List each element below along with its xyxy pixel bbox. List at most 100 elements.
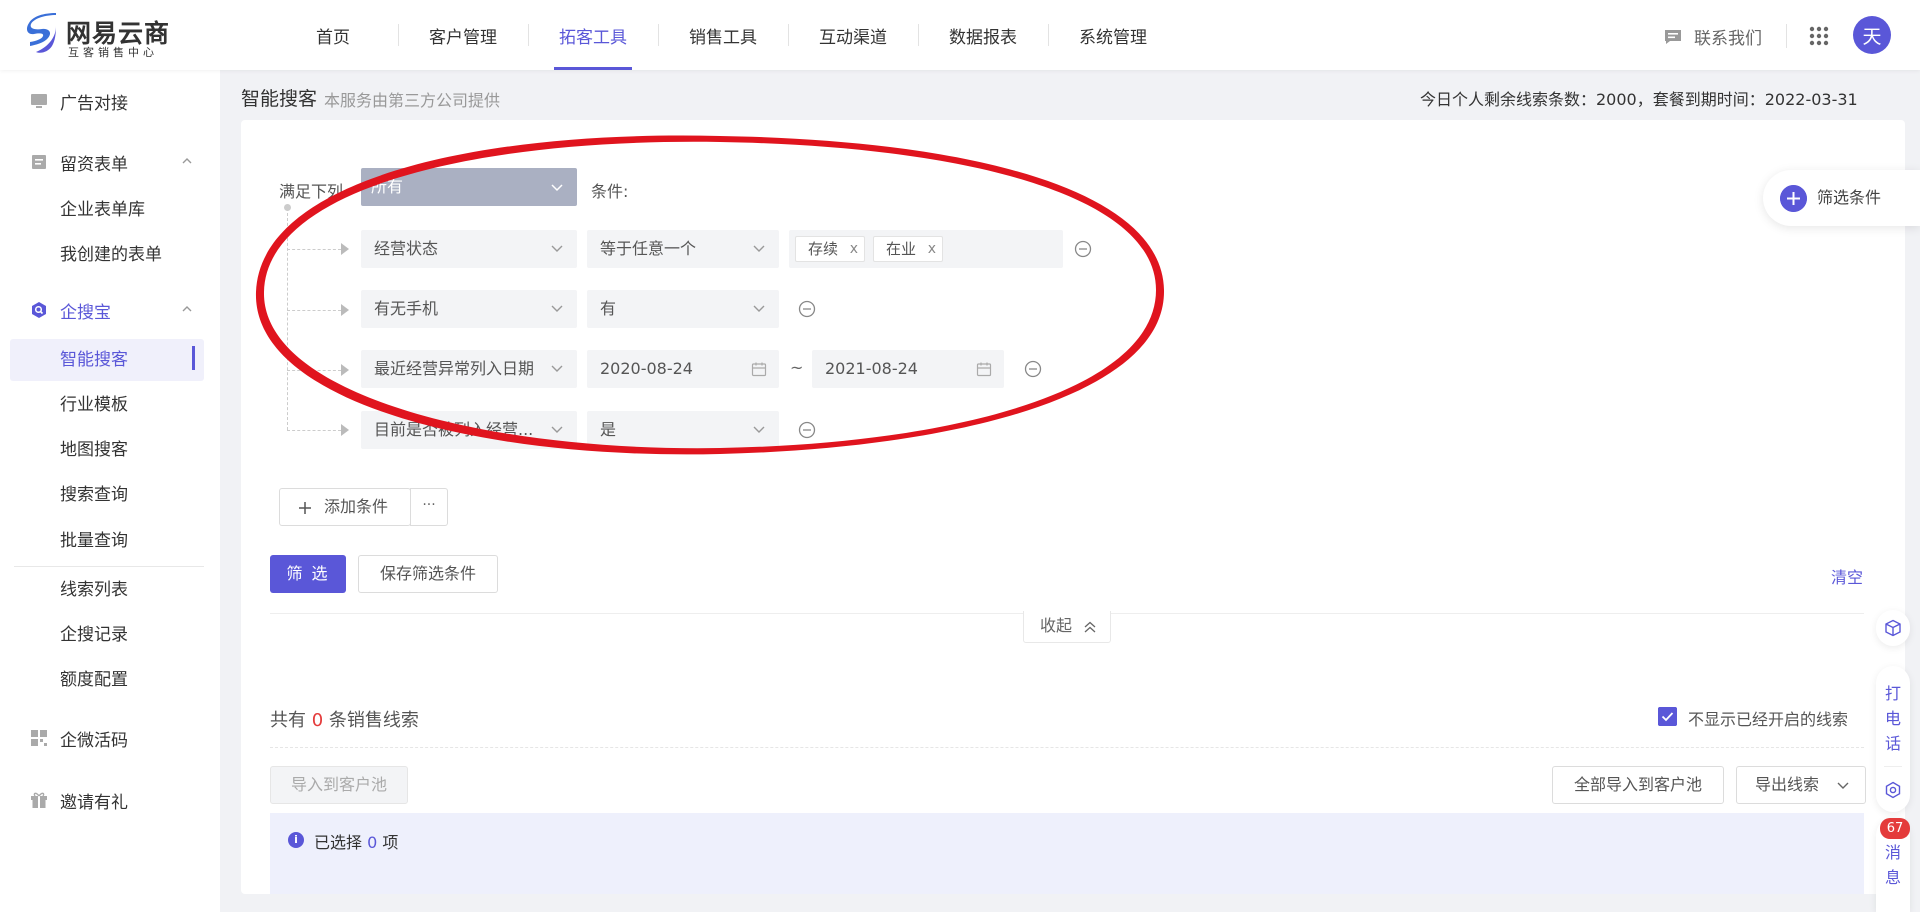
- result-count-prefix: 共有: [270, 710, 306, 731]
- sidebar-item-lead-list[interactable]: 线索列表: [60, 570, 128, 610]
- more-options-button[interactable]: ···: [410, 488, 448, 526]
- sidebar-item-batch-query[interactable]: 批量查询: [60, 521, 128, 561]
- monitor-icon: [31, 94, 47, 108]
- save-filter-button[interactable]: 保存筛选条件: [358, 555, 498, 593]
- date-from-input[interactable]: 2020-08-24: [587, 350, 779, 388]
- sidebar-item-my-forms[interactable]: 我创建的表单: [60, 235, 162, 275]
- match-mode-select[interactable]: 所有: [361, 168, 577, 206]
- condition-operator-select[interactable]: 有: [587, 290, 779, 328]
- nav-customer-management[interactable]: 客户管理: [398, 0, 528, 70]
- app-grid-icon[interactable]: [1809, 26, 1829, 46]
- sidebar-item-quota-config[interactable]: 额度配置: [60, 660, 128, 700]
- double-chevron-up-icon: [1084, 621, 1096, 633]
- chevron-up-icon: [182, 306, 192, 312]
- sidebar-group-label: 留资表单: [60, 154, 128, 175]
- condition-field-select[interactable]: 目前是否被列入经营...: [361, 411, 577, 449]
- condition-field-select[interactable]: 经营状态: [361, 230, 577, 268]
- remove-condition-icon[interactable]: [798, 300, 816, 318]
- nav-sales-tools[interactable]: 销售工具: [658, 0, 788, 70]
- message-label-char: 息: [1884, 868, 1901, 887]
- condition-field-select[interactable]: 有无手机: [361, 290, 577, 328]
- qrcode-icon: [31, 730, 47, 746]
- sidebar-group-label: 邀请有礼: [60, 792, 128, 813]
- tree-branch-arrow-icon: [341, 243, 349, 255]
- value-tag: 存续 x: [795, 236, 865, 262]
- sidebar-item-industry-templates[interactable]: 行业模板: [60, 385, 128, 425]
- remove-condition-icon[interactable]: [798, 421, 816, 439]
- message-label-char: 消: [1884, 843, 1901, 862]
- condition-field-value: 有无手机: [374, 299, 439, 318]
- user-avatar[interactable]: 天: [1853, 16, 1891, 54]
- chat-icon: [1665, 29, 1681, 44]
- message-count-badge: 67: [1880, 818, 1910, 839]
- sidebar-group-invite-rewards[interactable]: 邀请有礼: [0, 778, 220, 822]
- condition-operator-select[interactable]: 等于任意一个: [587, 230, 779, 268]
- cube-tool-button[interactable]: [1876, 610, 1910, 646]
- hide-opened-checkbox[interactable]: 不显示已经开启的线索: [1658, 706, 1848, 730]
- date-range-separator: ~: [790, 358, 804, 377]
- chevron-down-icon: [753, 426, 765, 433]
- floating-filter-conditions-button[interactable]: 筛选条件: [1763, 170, 1920, 226]
- top-bar-divider: [1786, 24, 1787, 48]
- checkbox-checked-icon: [1658, 707, 1677, 726]
- tree-branch-line: [287, 370, 341, 371]
- logo-mark-icon: [26, 13, 56, 53]
- selection-info-bar: i 已选择 0 项: [270, 813, 1864, 894]
- tree-branch-arrow-icon: [341, 424, 349, 436]
- call-label-char: 话: [1884, 734, 1901, 753]
- sidebar-group-lead-forms[interactable]: 留资表单: [0, 140, 220, 184]
- calendar-icon: [751, 362, 767, 377]
- sidebar-item-smart-search[interactable]: 智能搜客: [60, 340, 128, 380]
- nav-prospecting-tools[interactable]: 拓客工具: [528, 0, 658, 70]
- result-count-number: 0: [311, 710, 324, 731]
- tree-branch-arrow-icon: [341, 364, 349, 376]
- plus-circle-icon: [1780, 185, 1807, 212]
- app-logo[interactable]: 网易云商 互客销售中心: [26, 12, 176, 59]
- import-all-to-pool-button[interactable]: 全部导入到客户池: [1552, 766, 1724, 804]
- condition-value-tags[interactable]: 存续 x 在业 x: [789, 230, 1063, 268]
- sidebar-active-indicator: [192, 346, 195, 370]
- condition-operator-value: 有: [600, 299, 617, 318]
- contact-us-link[interactable]: 联系我们: [1664, 24, 1762, 49]
- sidebar-item-search-query[interactable]: 搜索查询: [60, 475, 128, 515]
- sidebar-group-qisoubao[interactable]: 企搜宝: [0, 288, 220, 332]
- nav-system-management[interactable]: 系统管理: [1048, 0, 1178, 70]
- remove-condition-icon[interactable]: [1074, 240, 1092, 258]
- date-from-value: 2020-08-24: [600, 359, 693, 378]
- condition-field-select[interactable]: 最近经营异常列入日期: [361, 350, 577, 388]
- filter-button[interactable]: 筛 选: [270, 555, 346, 593]
- tag-close-icon[interactable]: x: [928, 237, 936, 261]
- add-condition-button[interactable]: 添加条件: [279, 488, 411, 526]
- tag-close-icon[interactable]: x: [850, 237, 858, 261]
- tree-branch-arrow-icon: [341, 304, 349, 316]
- gear-icon[interactable]: [1884, 781, 1902, 799]
- call-tool-button[interactable]: 打 电 话: [1876, 666, 1910, 812]
- clear-link[interactable]: 清空: [1831, 564, 1863, 588]
- import-to-pool-button[interactable]: 导入到客户池: [270, 766, 408, 804]
- page-title: 智能搜客: [241, 88, 318, 110]
- sidebar-item-form-library[interactable]: 企业表单库: [60, 190, 145, 230]
- gift-icon: [31, 792, 47, 808]
- date-to-value: 2021-08-24: [825, 359, 918, 378]
- chevron-down-icon: [551, 245, 563, 252]
- nav-home[interactable]: 首页: [268, 0, 398, 70]
- remove-condition-icon[interactable]: [1024, 360, 1042, 378]
- value-tag: 在业 x: [873, 236, 943, 262]
- nav-interaction-channels[interactable]: 互动渠道: [788, 0, 918, 70]
- sidebar-item-search-records[interactable]: 企搜记录: [60, 615, 128, 655]
- sidebar-group-wecom-qrcode[interactable]: 企微活码: [0, 716, 220, 760]
- condition-operator-select[interactable]: 是: [587, 411, 779, 449]
- date-to-input[interactable]: 2021-08-24: [812, 350, 1004, 388]
- result-count: 共有 0 条销售线索: [270, 706, 419, 732]
- floating-filter-label: 筛选条件: [1817, 188, 1882, 207]
- search-card: 满足下列 所有 条件: 经营状态 等于任意一个 存续 x 在业 x 有无手机 有…: [241, 120, 1905, 894]
- sidebar-item-map-search[interactable]: 地图搜客: [60, 430, 128, 470]
- condition-operator-value: 等于任意一个: [600, 239, 697, 258]
- sidebar: 广告对接 留资表单 企业表单库 我创建的表单 企搜宝 智能搜客 行业模板 地图搜…: [0, 70, 220, 912]
- sidebar-group-ad-integration[interactable]: 广告对接: [0, 79, 220, 123]
- export-leads-button[interactable]: 导出线索: [1736, 766, 1866, 804]
- chevron-down-icon: [551, 426, 563, 433]
- collapse-button[interactable]: 收起: [1023, 611, 1111, 643]
- nav-data-reports[interactable]: 数据报表: [918, 0, 1048, 70]
- chevron-down-icon: [551, 305, 563, 312]
